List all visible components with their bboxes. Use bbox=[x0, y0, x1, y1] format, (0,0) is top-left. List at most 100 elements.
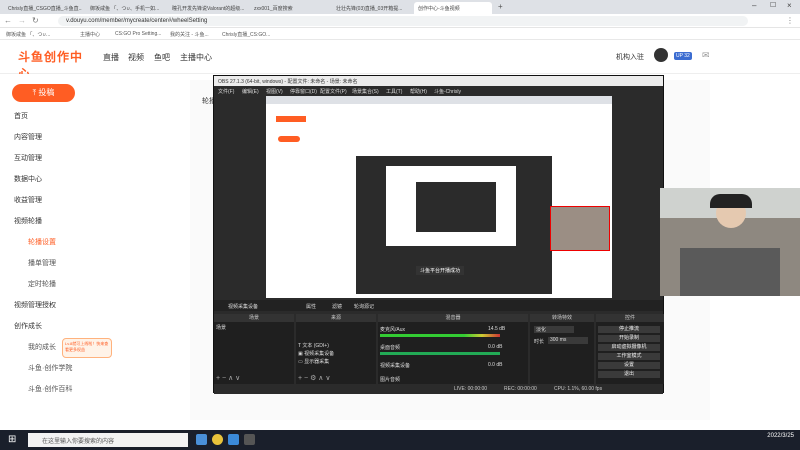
source-item-camera[interactable]: ▣ 视频采集设备 bbox=[298, 350, 334, 357]
obs-menu-help[interactable]: 帮助(H) bbox=[410, 88, 427, 95]
growth-tooltip: Lv.8就可上线啦！快来查看更多权益 bbox=[62, 338, 112, 358]
obs-menu-bar: 文件(F) 编辑(E) 视图(V) 停靠窗口(D) 配置文件(P) 场景集合(S… bbox=[214, 86, 663, 95]
sidebar-item-interaction[interactable]: 互动管理 bbox=[14, 153, 42, 163]
settings-button[interactable]: 设置 bbox=[598, 362, 660, 369]
obs-menu-tools[interactable]: 工具(T) bbox=[386, 88, 402, 95]
app-icon[interactable] bbox=[228, 434, 239, 445]
sidebar bbox=[0, 74, 90, 430]
maximize-icon[interactable]: ☐ bbox=[770, 1, 776, 9]
obs-menu-douyu[interactable]: 斗鱼-Chrisly bbox=[434, 88, 461, 95]
obs-menu-docks[interactable]: 停靠窗口(D) bbox=[290, 88, 317, 95]
taskbar-search-input[interactable]: 在这里输入你要搜索的内容 bbox=[28, 433, 188, 447]
obs-title-bar: OBS 27.1.3 (64-bit, windows) - 配置文件: 未命名… bbox=[214, 76, 663, 86]
studio-mode-button[interactable]: 工作室模式 bbox=[598, 353, 660, 360]
site-logo[interactable]: 斗鱼创作中心 DOUYU CREATIVE CENTER bbox=[18, 48, 90, 86]
bookmark[interactable]: 主播中心 bbox=[80, 31, 100, 38]
sidebar-item-home[interactable]: 首页 bbox=[14, 111, 28, 121]
nav-yuba[interactable]: 鱼吧 bbox=[154, 52, 170, 63]
bookmark[interactable]: Chrisly直播_CS:GO... bbox=[222, 31, 270, 38]
douyu-watermark-logo: 斗 bbox=[744, 394, 761, 411]
properties-button[interactable]: 属性 bbox=[306, 303, 316, 310]
transitions-dock-title: 转场特效 bbox=[530, 314, 594, 322]
sidebar-item-wiki[interactable]: 斗鱼·创作百科 bbox=[28, 384, 72, 394]
mixer-channel-label: 麦克风/Aux bbox=[380, 327, 406, 333]
reload-icon[interactable]: ↻ bbox=[32, 16, 39, 25]
duration-input[interactable]: 300 ms bbox=[548, 337, 588, 344]
mixer-channel-label: 图片音频 bbox=[380, 377, 401, 383]
sidebar-item-playlist[interactable]: 播单管理 bbox=[28, 258, 56, 268]
obs-source-toolbar: 视频采集设备 属性 滤镜 轮询源记 bbox=[214, 300, 663, 311]
upload-button[interactable]: ⤒ 投稿 bbox=[12, 84, 75, 102]
sidebar-item-academy[interactable]: 斗鱼·创作学院 bbox=[28, 363, 72, 373]
browser-tab[interactable]: 瞳孔开发先锋说Valorant的超级... bbox=[168, 2, 246, 14]
browser-tab[interactable]: Chrisly直播_CSGO直播_斗鱼直... bbox=[4, 2, 82, 14]
obs-menu-profile[interactable]: 配置文件(P) bbox=[320, 88, 347, 95]
source-item-display[interactable]: ▭ 显示器采集 bbox=[298, 358, 329, 365]
chrome-icon[interactable] bbox=[212, 434, 223, 445]
obs-menu-edit[interactable]: 编辑(E) bbox=[242, 88, 259, 95]
filters-button[interactable]: 滤镜 bbox=[332, 303, 342, 310]
scene-dock-toolbar[interactable]: + − ∧ ∨ bbox=[216, 374, 240, 382]
sidebar-item-carousel-settings[interactable]: 轮播设置 bbox=[28, 237, 56, 247]
sidebar-item-content[interactable]: 内容管理 bbox=[14, 132, 42, 142]
sources-dock-toolbar[interactable]: + − ⚙ ∧ ∨ bbox=[298, 374, 330, 382]
webcam-desk bbox=[680, 248, 780, 296]
nav-video[interactable]: 视频 bbox=[128, 52, 144, 63]
poll-source-button[interactable]: 轮询源记 bbox=[354, 303, 374, 310]
close-icon[interactable]: × bbox=[787, 1, 792, 10]
nested-obs-window: 斗鱼平台开播成功 bbox=[356, 156, 552, 294]
windows-taskbar: ⊞ 在这里输入你要搜索的内容 2022/3/25 bbox=[0, 430, 800, 450]
obs-menu-scene-collection[interactable]: 场景集合(S) bbox=[352, 88, 379, 95]
mail-icon[interactable]: ✉ bbox=[702, 50, 710, 61]
live-timer: LIVE: 00:00:00 bbox=[454, 386, 488, 392]
virtual-camera-button[interactable]: 启动虚拟摄像机 bbox=[598, 344, 660, 351]
mixer-dock: 麦克风/Aux 14.5 dB 桌面音频 0.0 dB 视频采集设备 0.0 d… bbox=[378, 322, 528, 384]
menu-icon[interactable]: ⋮ bbox=[786, 16, 794, 25]
obs-preview[interactable]: 斗鱼平台开播成功 bbox=[266, 96, 612, 298]
stop-streaming-button[interactable]: 停止推流 bbox=[598, 326, 660, 333]
mixer-channel-label: 视频采集设备 bbox=[380, 363, 411, 369]
obs-menu-view[interactable]: 视图(V) bbox=[266, 88, 283, 95]
scene-item[interactable]: 场景 bbox=[216, 324, 226, 331]
bookmark[interactable]: 御坂咸鱼 「、つ∪... bbox=[6, 31, 50, 38]
sidebar-item-data[interactable]: 数据中心 bbox=[14, 174, 42, 184]
obs-window: OBS 27.1.3 (64-bit, windows) - 配置文件: 未命名… bbox=[213, 75, 664, 394]
source-item-text[interactable]: T 文本 (GDI+) bbox=[298, 342, 329, 349]
sidebar-item-revenue[interactable]: 收益管理 bbox=[14, 195, 42, 205]
task-view-icon[interactable] bbox=[196, 434, 207, 445]
nav-live[interactable]: 直播 bbox=[103, 52, 119, 63]
browser-tab[interactable]: zxx001_百度搜索 bbox=[250, 2, 328, 14]
level-badge: UP 32 bbox=[674, 52, 692, 60]
bookmarks-bar: 御坂咸鱼 「、つ∪... 主播中心 CS:GO Pro Setting... 我… bbox=[0, 28, 800, 40]
bookmark[interactable]: CS:GO Pro Setting... bbox=[115, 31, 161, 37]
back-icon[interactable]: ← bbox=[4, 16, 12, 25]
obs-taskbar-icon[interactable] bbox=[244, 434, 255, 445]
site-header: 斗鱼创作中心 DOUYU CREATIVE CENTER 直播 视频 鱼吧 主播… bbox=[0, 40, 800, 86]
transition-select[interactable]: 淡化 bbox=[534, 326, 574, 333]
url-input[interactable]: v.douyu.com/member/mycreate/center#/whee… bbox=[58, 16, 748, 26]
org-entry-link[interactable]: 机构入驻 bbox=[616, 52, 644, 62]
browser-tab[interactable]: 壮壮先锋(03)直播_03开箱提... bbox=[332, 2, 410, 14]
obs-menu-file[interactable]: 文件(F) bbox=[218, 88, 234, 95]
windows-start-icon[interactable]: ⊞ bbox=[8, 434, 16, 445]
nav-anchor-center[interactable]: 主播中心 bbox=[180, 52, 212, 63]
nested-preview bbox=[386, 166, 516, 246]
browser-tab[interactable]: 御坂咸鱼 「、つ∪、手机一如... bbox=[86, 2, 164, 14]
cpu-fps: CPU: 1.1%, 60.00 fps bbox=[554, 386, 603, 392]
forward-icon[interactable]: → bbox=[18, 16, 26, 25]
sidebar-item-scheduled[interactable]: 定时轮播 bbox=[28, 279, 56, 289]
bookmark[interactable]: 我的关注 - 斗鱼... bbox=[170, 31, 209, 38]
sidebar-item-video-carousel[interactable]: 视频轮播 bbox=[14, 216, 42, 226]
clock-date: 2022/3/25 bbox=[767, 433, 794, 439]
new-tab-icon[interactable]: + bbox=[498, 2, 503, 11]
avatar[interactable] bbox=[654, 48, 668, 62]
scenes-dock-title: 场景 bbox=[214, 314, 294, 322]
browser-tab-active[interactable]: 创作中心-斗鱼视频 bbox=[414, 2, 492, 14]
start-recording-button[interactable]: 开始录制 bbox=[598, 335, 660, 342]
sidebar-item-growth[interactable]: 创作成长 bbox=[14, 321, 42, 331]
sidebar-item-video-auth[interactable]: 视频管理授权 bbox=[14, 300, 56, 310]
minimize-icon[interactable]: – bbox=[752, 1, 756, 10]
sidebar-item-my-growth[interactable]: 我的成长 bbox=[28, 342, 56, 352]
exit-button[interactable]: 退出 bbox=[598, 371, 660, 378]
source-label: 视频采集设备 bbox=[304, 351, 335, 357]
